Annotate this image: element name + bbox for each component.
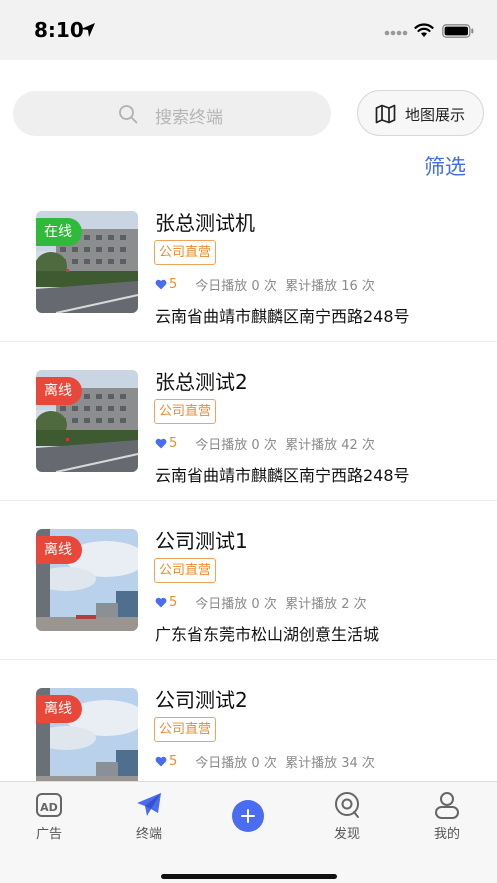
device-address: 云南省曲靖市麒麟区南宁西路248号 (155, 466, 410, 485)
status-badge: 在线 (36, 218, 82, 246)
plus-icon (241, 809, 255, 823)
like-count: 5 (169, 595, 178, 610)
like-count: 5 (169, 754, 178, 769)
play-stats: 今日播放 0 次 累计播放 16 次 (195, 279, 375, 294)
device-name: 张总测试2 (155, 370, 248, 394)
heart-icon (155, 279, 167, 290)
tab-terminals-label: 终端 (135, 827, 162, 842)
search-placeholder: 搜索终端 (155, 108, 223, 128)
filter-button[interactable]: 筛选 (424, 151, 466, 181)
heart-icon (155, 597, 167, 608)
search-input[interactable]: 搜索终端 (13, 91, 331, 136)
device-tag: 公司直营 (154, 717, 217, 742)
map-button-label: 地图展示 (405, 106, 466, 124)
tab-ads-label: 广告 (35, 827, 62, 842)
heart-icon (155, 438, 167, 449)
device-stats: 5 今日播放 0 次 累计播放 2 次 (155, 593, 367, 612)
device-address: 广东省东莞市松山湖创意生活城 (155, 625, 380, 644)
status-badge: 离线 (36, 377, 82, 405)
screen: 8:10 搜索终端 地图展示 筛选 在线 张总测试机 公司直营 5 今日播放 0… (0, 0, 497, 883)
map-view-button[interactable]: 地图展示 (357, 90, 484, 136)
search-icon (119, 105, 138, 124)
home-indicator (161, 874, 337, 879)
play-stats: 今日播放 0 次 累计播放 42 次 (195, 438, 375, 453)
device-tag: 公司直营 (154, 399, 217, 424)
tab-discover-label: 发现 (333, 827, 360, 842)
status-time: 8:10 (34, 18, 84, 42)
tab-profile[interactable]: 我的 (412, 790, 482, 842)
device-list-item[interactable]: 在线 张总测试机 公司直营 5 今日播放 0 次 累计播放 16 次 云南省曲靖… (0, 183, 497, 342)
device-stats: 5 今日播放 0 次 累计播放 16 次 (155, 275, 375, 294)
like-count: 5 (169, 277, 178, 292)
device-tag: 公司直营 (154, 240, 217, 265)
tab-ads[interactable]: AD 广告 (14, 790, 84, 842)
device-stats: 5 今日播放 0 次 累计播放 34 次 (155, 752, 375, 771)
paper-plane-icon (137, 793, 161, 816)
device-name: 公司测试1 (155, 529, 248, 553)
device-name: 公司测试2 (155, 688, 248, 712)
heart-icon (155, 756, 167, 767)
tab-discover[interactable]: 发现 (312, 790, 382, 842)
user-icon (435, 792, 459, 819)
add-button[interactable] (232, 800, 264, 832)
tab-profile-label: 我的 (433, 827, 460, 842)
device-stats: 5 今日播放 0 次 累计播放 42 次 (155, 434, 375, 453)
device-list-item[interactable]: 离线 张总测试2 公司直营 5 今日播放 0 次 累计播放 42 次 云南省曲靖… (0, 342, 497, 501)
tab-terminals[interactable]: 终端 (114, 790, 184, 842)
device-list-item[interactable]: 离线 公司测试2 公司直营 5 今日播放 0 次 累计播放 34 次 (0, 660, 497, 781)
ad-icon: AD (36, 793, 62, 817)
device-list: 在线 张总测试机 公司直营 5 今日播放 0 次 累计播放 16 次 云南省曲靖… (0, 183, 497, 781)
device-list-item[interactable]: 离线 公司测试1 公司直营 5 今日播放 0 次 累计播放 2 次 广东省东莞市… (0, 501, 497, 660)
status-bar: 8:10 (0, 0, 497, 60)
status-badge: 离线 (36, 695, 82, 723)
battery-icon (442, 24, 474, 38)
play-stats: 今日播放 0 次 累计播放 2 次 (195, 597, 367, 612)
location-arrow-icon (81, 23, 95, 37)
device-name: 张总测试机 (155, 211, 255, 235)
wifi-icon (414, 23, 434, 37)
discover-icon (335, 792, 359, 818)
device-address: 云南省曲靖市麒麟区南宁西路248号 (155, 307, 410, 326)
signal-dots-icon (384, 30, 408, 36)
status-badge: 离线 (36, 536, 82, 564)
like-count: 5 (169, 436, 178, 451)
device-tag: 公司直营 (154, 558, 217, 583)
map-icon (375, 104, 396, 124)
play-stats: 今日播放 0 次 累计播放 34 次 (195, 756, 375, 771)
tab-bar: AD 广告 终端 发现 我的 (0, 781, 497, 883)
svg-text:AD: AD (40, 801, 58, 814)
